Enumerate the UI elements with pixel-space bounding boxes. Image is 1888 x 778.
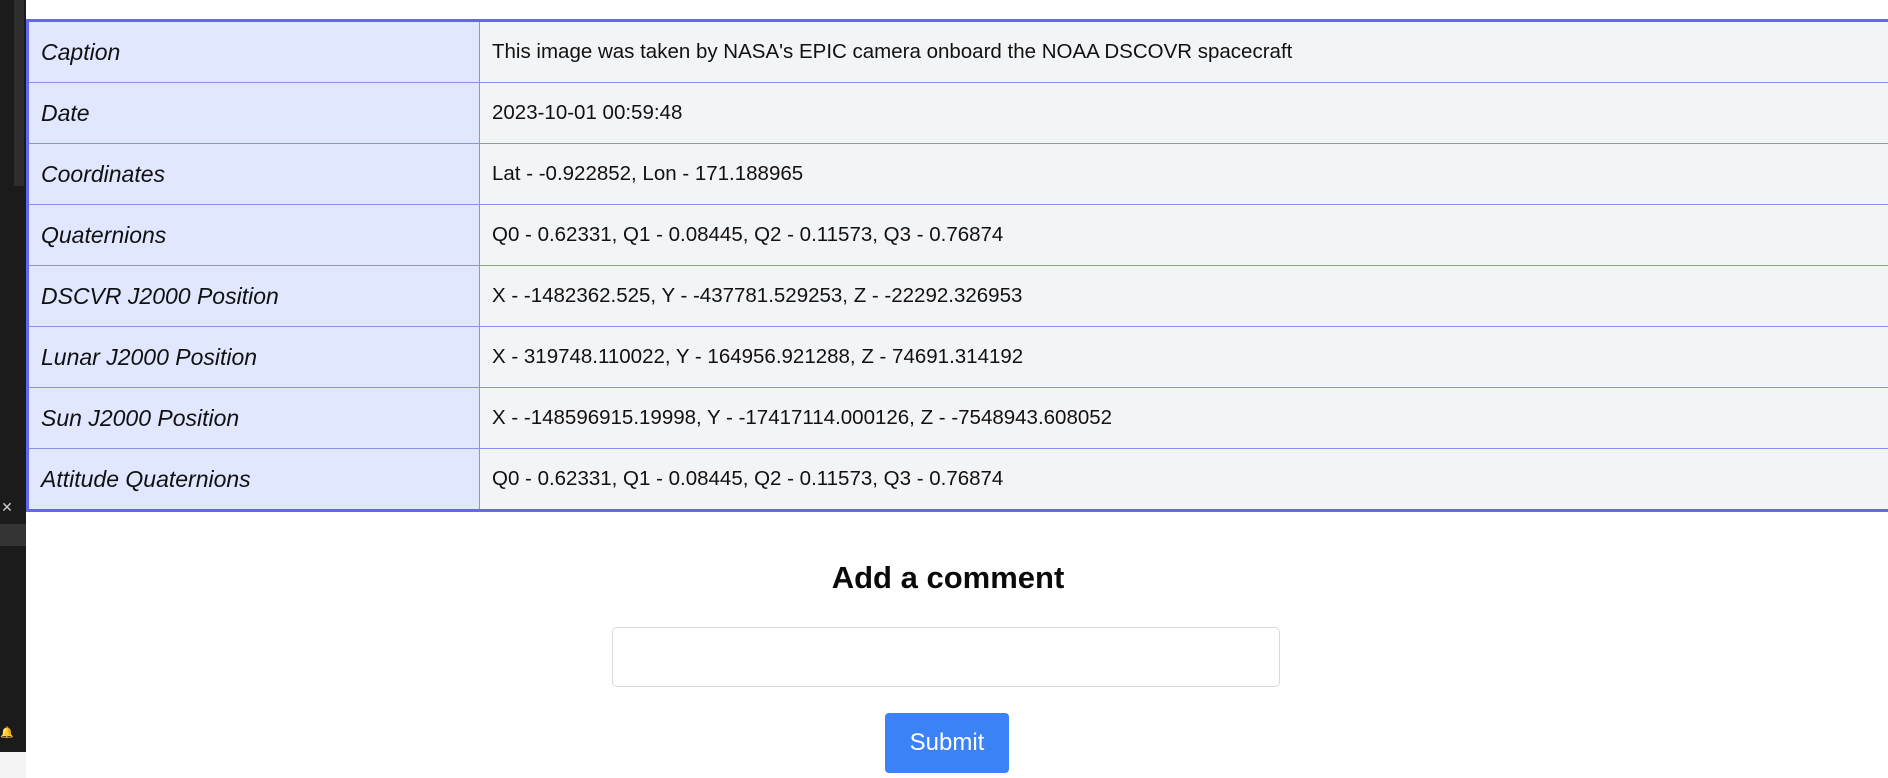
scrollbar-thumb[interactable] (14, 0, 24, 186)
row-value: X - 319748.110022, Y - 164956.921288, Z … (479, 326, 1888, 388)
row-value: X - -1482362.525, Y - -437781.529253, Z … (479, 265, 1888, 327)
row-value: Lat - -0.922852, Lon - 171.188965 (479, 143, 1888, 205)
table-row: Caption This image was taken by NASA's E… (27, 20, 1888, 83)
bell-icon[interactable]: 🔔 (0, 726, 14, 742)
panel-bottom (0, 752, 26, 778)
row-value: This image was taken by NASA's EPIC came… (479, 20, 1888, 83)
table-row: Quaternions Q0 - 0.62331, Q1 - 0.08445, … (27, 204, 1888, 266)
row-label: Date (27, 82, 480, 144)
add-comment-heading: Add a comment (831, 560, 1065, 595)
row-label: Caption (27, 20, 480, 83)
comment-input[interactable] (612, 627, 1280, 687)
row-label: Quaternions (27, 204, 480, 266)
metadata-table: Caption This image was taken by NASA's E… (26, 19, 1888, 512)
row-label: Coordinates (27, 143, 480, 205)
table-row: Lunar J2000 Position X - 319748.110022, … (27, 326, 1888, 388)
side-panel: ✕ 🔔 (0, 0, 26, 778)
table-row: Coordinates Lat - -0.922852, Lon - 171.1… (27, 143, 1888, 205)
row-value: 2023-10-01 00:59:48 (479, 82, 1888, 144)
table-row: Attitude Quaternions Q0 - 0.62331, Q1 - … (27, 448, 1888, 511)
close-icon[interactable]: ✕ (0, 498, 14, 518)
row-value: Q0 - 0.62331, Q1 - 0.08445, Q2 - 0.11573… (479, 448, 1888, 511)
submit-button[interactable]: Submit (885, 713, 1009, 773)
row-label: Attitude Quaternions (27, 448, 480, 511)
row-label: DSCVR J2000 Position (27, 265, 480, 327)
table-row: Sun J2000 Position X - -148596915.19998,… (27, 387, 1888, 449)
row-value: Q0 - 0.62331, Q1 - 0.08445, Q2 - 0.11573… (479, 204, 1888, 266)
table-row: DSCVR J2000 Position X - -1482362.525, Y… (27, 265, 1888, 327)
row-label: Lunar J2000 Position (27, 326, 480, 388)
table-row: Date 2023-10-01 00:59:48 (27, 82, 1888, 144)
row-value: X - -148596915.19998, Y - -17417114.0001… (479, 387, 1888, 449)
row-label: Sun J2000 Position (27, 387, 480, 449)
panel-tab[interactable] (0, 524, 26, 546)
